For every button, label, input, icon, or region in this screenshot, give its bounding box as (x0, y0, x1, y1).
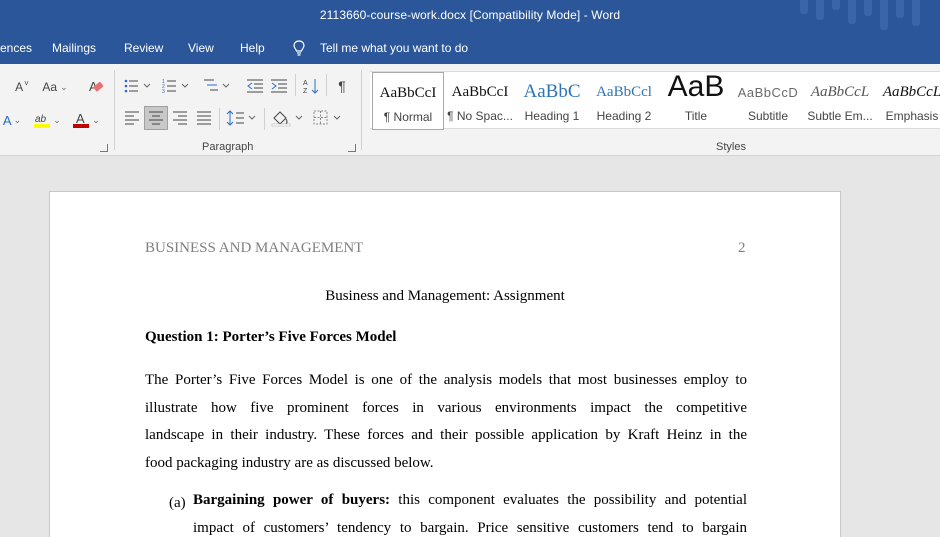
ribbon-divider (219, 108, 220, 130)
style-preview: AaBbCcl (596, 84, 652, 100)
style-preview: AaBbCcI (379, 85, 437, 101)
change-case-button[interactable]: Aa ⌄ (40, 78, 70, 96)
paragraph-line: food packaging industry are as discussed… (145, 454, 434, 471)
ribbon-divider (114, 70, 115, 150)
style-subtle-emphasis[interactable]: AaBbCcL Subtle Em... (804, 72, 876, 130)
decrease-indent-icon[interactable] (246, 78, 264, 94)
font-dialog-launcher[interactable] (100, 144, 108, 152)
text-highlight-button[interactable]: ab ⌄ (32, 110, 62, 130)
ribbon-divider (326, 74, 327, 96)
style-preview: AaBbC (523, 81, 581, 102)
list-item-bold-lead: Bargaining power of buyers: (193, 492, 391, 508)
tell-me-search[interactable]: Tell me what you want to do (320, 41, 468, 55)
multilevel-list-icon[interactable] (202, 78, 232, 94)
style-label: ¶ Normal (383, 110, 433, 124)
paragraph-line: landscape in their industry. These force… (145, 427, 747, 443)
shading-icon[interactable] (271, 109, 305, 127)
style-emphasis[interactable]: AaBbCcL Emphasis (876, 72, 940, 130)
style-subtitle[interactable]: AaBbCcD Subtitle (732, 72, 804, 130)
style-preview: AaBbCcL (882, 84, 940, 100)
style-label: Heading 1 (524, 109, 580, 123)
paragraph-line: The Porter’s Five Forces Model is one of… (145, 372, 747, 388)
page-header-text: BUSINESS AND MANAGEMENT (145, 240, 364, 256)
tab-review[interactable]: Review (124, 41, 163, 55)
styles-gallery: AaBbCcI ¶ Normal AaBbCcI ¶ No Spac... Aa… (370, 71, 940, 130)
align-left-icon[interactable] (124, 110, 140, 126)
font-color-button[interactable]: A ⌄ (70, 110, 102, 130)
style-label: Subtitle (747, 109, 789, 123)
tab-references[interactable]: ences (0, 41, 32, 55)
clear-formatting-icon[interactable]: A (87, 77, 105, 95)
shrink-font-label: A (15, 80, 24, 94)
style-heading-1[interactable]: AaBbC Heading 1 (516, 72, 588, 130)
tab-view[interactable]: View (188, 41, 214, 55)
align-right-icon[interactable] (172, 110, 188, 126)
ribbon-divider (361, 70, 362, 150)
line-spacing-icon[interactable] (226, 109, 258, 127)
numbering-icon[interactable]: 1 2 3 (162, 78, 192, 94)
increase-indent-icon[interactable] (270, 78, 288, 94)
svg-text:ab: ab (35, 114, 47, 125)
list-marker: (a) (169, 495, 186, 511)
document-title: Business and Management: Assignment (325, 288, 565, 304)
styles-group-label: Styles (716, 141, 746, 153)
shrink-font-button[interactable]: A ˅ (12, 78, 32, 96)
ribbon: A ˅ Aa ⌄ A A ⌄ ab ⌄ A ⌄ 1 2 3 A Z ¶ Para… (0, 64, 940, 156)
svg-text:A: A (76, 111, 85, 126)
titlebar-decoration (790, 0, 940, 33)
style-label: Heading 2 (596, 109, 652, 123)
style-no-spacing[interactable]: AaBbCcI ¶ No Spac... (444, 72, 516, 130)
svg-text:Z: Z (303, 88, 308, 95)
show-formatting-icon[interactable]: ¶ (333, 77, 351, 95)
align-center-button[interactable] (144, 106, 168, 130)
ribbon-divider (264, 108, 265, 130)
borders-icon[interactable] (312, 109, 344, 127)
svg-text:3: 3 (162, 89, 165, 94)
svg-text:A: A (303, 80, 308, 87)
style-label: Subtle Em... (807, 109, 873, 123)
page-number: 2 (738, 240, 746, 256)
tab-help[interactable]: Help (240, 41, 265, 55)
question-heading: Question 1: Porter’s Five Forces Model (145, 329, 397, 345)
style-label: Emphasis (885, 109, 939, 123)
ribbon-tabs: ences Mailings Review View Help Tell me … (0, 33, 940, 64)
style-title[interactable]: AaB Title (660, 72, 732, 130)
list-item-text: this component evaluates the possibility… (390, 492, 747, 508)
align-center-icon (149, 111, 163, 125)
text-effects-button[interactable]: A ⌄ (0, 110, 24, 130)
style-label: ¶ No Spac... (447, 109, 513, 123)
justify-icon[interactable] (196, 110, 212, 126)
list-item-line: impact of customers’ tendency to bargain… (193, 519, 747, 536)
bullets-icon[interactable] (124, 78, 154, 94)
list-item: Bargaining power of buyers: this compone… (193, 487, 747, 537)
document-page[interactable]: BUSINESS AND MANAGEMENT 2 Business and M… (49, 191, 841, 537)
style-preview: AaBbCcD (737, 85, 799, 100)
paragraph-line: illustrate how five prominent forces in … (145, 399, 747, 416)
style-label: Title (684, 109, 708, 123)
style-preview: AaBbCcI (451, 84, 509, 100)
change-case-label: Aa (42, 80, 58, 94)
body-paragraph: The Porter’s Five Forces Model is one of… (145, 367, 747, 477)
style-heading-2[interactable]: AaBbCcl Heading 2 (588, 72, 660, 130)
document-canvas: BUSINESS AND MANAGEMENT 2 Business and M… (0, 157, 940, 537)
style-preview: AaBbCcL (810, 84, 870, 100)
tab-mailings[interactable]: Mailings (52, 41, 96, 55)
paragraph-group-label: Paragraph (202, 141, 254, 153)
sort-icon[interactable]: A Z (302, 77, 320, 95)
ribbon-divider (295, 74, 296, 96)
lightbulb-icon (293, 40, 305, 56)
style-preview: AaB (667, 72, 725, 103)
highlighter-icon: ab (34, 114, 51, 128)
font-color-icon: A (73, 111, 90, 128)
style-normal[interactable]: AaBbCcI ¶ Normal (372, 72, 444, 130)
title-bar: 2113660-course-work.docx [Compatibility … (0, 0, 940, 33)
paragraph-dialog-launcher[interactable] (348, 144, 356, 152)
list-item-line: Bargaining power of buyers: this compone… (193, 487, 747, 515)
